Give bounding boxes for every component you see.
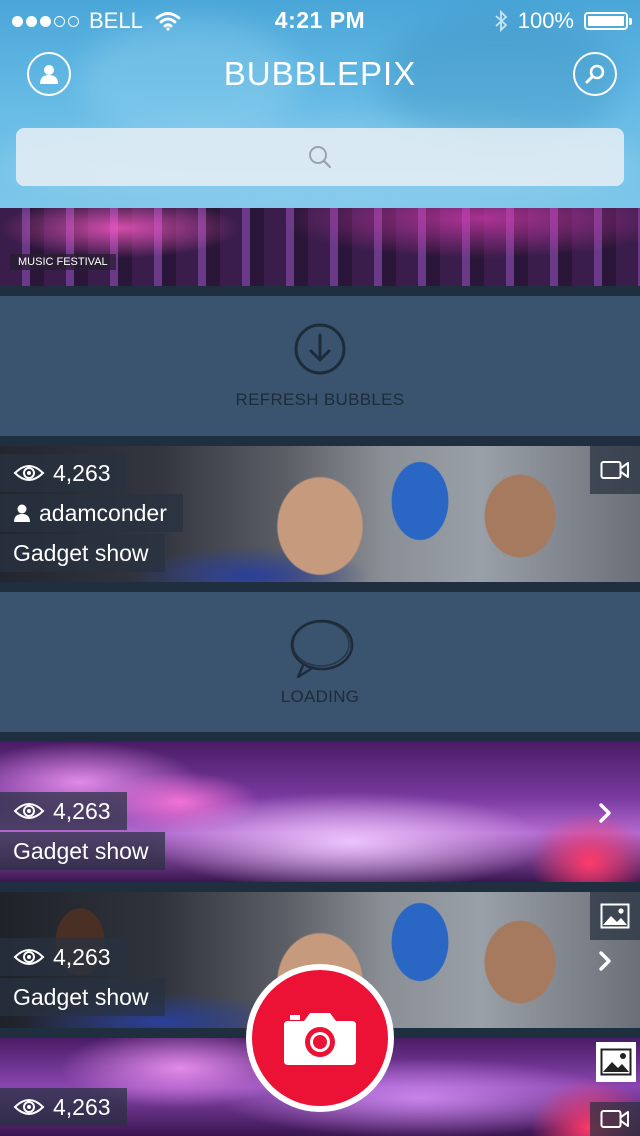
bubble-title-box: Gadget show [0, 978, 165, 1016]
view-count-value: 4,263 [53, 459, 111, 486]
loading-panel: LOADING [0, 592, 640, 732]
loading-label: LOADING [280, 687, 360, 706]
view-count: 4,263 [0, 792, 127, 830]
view-count: 4,263 [0, 938, 127, 976]
chevron-right-icon[interactable] [598, 950, 612, 972]
divider [0, 436, 640, 446]
camera-capture-button[interactable] [246, 964, 394, 1112]
image-icon [600, 903, 630, 929]
divider [0, 582, 640, 592]
media-type-badge [590, 892, 640, 940]
item-tag-label: MUSIC FESTIVAL [10, 254, 116, 270]
eye-icon [13, 803, 45, 819]
view-count-value: 4,263 [53, 1093, 111, 1120]
author[interactable]: adamconder [0, 494, 183, 532]
status-bar: BELL 4:21 PM 100% [0, 0, 640, 40]
camera-icon [284, 1013, 356, 1065]
battery-icon [584, 12, 632, 30]
refresh-bubbles-label: REFRESH BUBBLES [235, 390, 405, 409]
eye-icon [13, 949, 45, 965]
battery-percent: 100% [517, 8, 574, 33]
video-camera-icon [600, 461, 629, 479]
divider [0, 732, 640, 742]
view-count: 4,263 [0, 1088, 127, 1126]
bubble-title: Gadget show [13, 539, 149, 566]
divider [0, 286, 640, 296]
divider [0, 882, 640, 892]
bubble-title-box: Gadget show [0, 832, 165, 870]
bubble-title-box: Gadget show [0, 534, 165, 572]
download-arrow-circle-icon [294, 323, 346, 375]
app-title: BUBBLEPIX [223, 55, 417, 92]
bubble-item[interactable]: 4,263 Gadget show [0, 742, 640, 882]
view-count: 4,263 [0, 454, 127, 492]
bluetooth-icon [495, 10, 508, 32]
refresh-bubbles-panel[interactable]: REFRESH BUBBLES [0, 296, 640, 436]
bubble-item[interactable]: 4,263 adamconder Gadget show [0, 446, 640, 582]
image-icon [600, 1048, 632, 1076]
search-icon [585, 64, 605, 84]
author-name: adamconder [39, 499, 167, 526]
chevron-right-icon[interactable] [598, 802, 612, 824]
eye-icon [13, 1099, 45, 1115]
panorama-image [0, 208, 640, 286]
app-header: BELL 4:21 PM 100% BUBBLEPIX [0, 0, 640, 208]
video-camera-icon [600, 1110, 629, 1128]
media-type-badge [596, 1042, 636, 1082]
search-toggle-button[interactable] [573, 52, 617, 96]
view-count-value: 4,263 [53, 943, 111, 970]
media-type-badge [590, 1102, 640, 1136]
user-icon [14, 504, 30, 522]
bubble-item-music-festival[interactable] [0, 208, 640, 286]
media-type-badge [590, 446, 640, 494]
speech-bubble-scribble-icon [290, 619, 354, 679]
eye-icon [13, 465, 45, 481]
view-count-value: 4,263 [53, 797, 111, 824]
search-input[interactable] [16, 128, 628, 188]
bubble-title: Gadget show [13, 983, 149, 1010]
search-bar[interactable] [16, 128, 628, 188]
bubble-title: Gadget show [13, 837, 149, 864]
